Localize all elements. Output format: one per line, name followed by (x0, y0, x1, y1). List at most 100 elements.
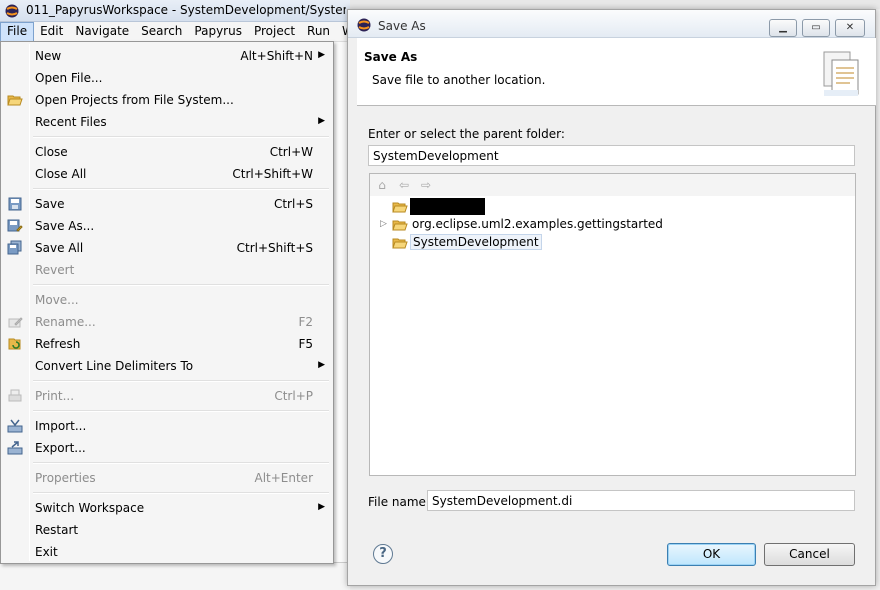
background-window-edge (350, 0, 880, 9)
menu-item-close[interactable]: Close Ctrl+W (3, 141, 331, 163)
import-icon (7, 419, 23, 433)
menu-item-label: Close All (35, 167, 87, 181)
menu-search[interactable]: Search (135, 22, 188, 41)
menu-item-label: Import... (35, 419, 87, 433)
print-icon (8, 389, 22, 402)
menu-separator (33, 462, 329, 464)
file-name-input[interactable]: SystemDevelopment.di (427, 490, 855, 511)
menu-item-accelerator: Ctrl+W (269, 145, 313, 159)
dialog-title: Save As (378, 19, 426, 33)
banner-message: Save file to another location. (372, 73, 546, 87)
menu-item-label: Rename... (35, 315, 96, 329)
menu-item-label: Open Projects from File System... (35, 93, 234, 107)
folder-tree[interactable]: ⌂ ⇦ ⇨ ▷ org.eclipse.uml2.examples.gettin… (369, 173, 856, 476)
folder-open-icon (7, 95, 23, 106)
menu-item-exit[interactable]: Exit (3, 541, 331, 563)
menu-item-close-all[interactable]: Close All Ctrl+Shift+W (3, 163, 331, 185)
menubar: File Edit Navigate Search Papyrus Projec… (0, 22, 357, 42)
help-icon[interactable]: ? (373, 544, 393, 564)
main-window-titlebar: 011_PapyrusWorkspace - SystemDevelopment… (0, 0, 350, 22)
menu-item-new[interactable]: New Alt+Shift+N ▶ (3, 45, 331, 67)
menu-item-accelerator: Alt+Shift+N (240, 49, 313, 63)
menu-item-refresh[interactable]: Refresh F5 (3, 333, 331, 355)
project-folder-icon (392, 220, 408, 231)
menu-item-print: Print... Ctrl+P (3, 385, 331, 407)
menu-item-label: Move... (35, 293, 79, 307)
menu-item-move: Move... (3, 289, 331, 311)
menu-navigate[interactable]: Navigate (69, 22, 135, 41)
back-arrow-icon[interactable]: ⇦ (396, 177, 412, 193)
main-window-title: 011_PapyrusWorkspace - SystemDevelopment… (26, 3, 346, 17)
save-all-icon (7, 240, 22, 255)
menu-item-restart[interactable]: Restart (3, 519, 331, 541)
cancel-button[interactable]: Cancel (764, 543, 855, 566)
close-icon: ✕ (845, 22, 855, 33)
menu-item-label: Save (35, 197, 65, 211)
eclipse-app-icon (357, 18, 371, 32)
banner-title: Save As (364, 50, 418, 64)
menu-item-switch-workspace[interactable]: Switch Workspace ▶ (3, 497, 331, 519)
submenu-arrow-icon: ▶ (318, 50, 325, 60)
menu-item-rename: Rename... F2 (3, 311, 331, 333)
menu-separator (33, 284, 329, 286)
menu-item-open-projects[interactable]: Open Projects from File System... (3, 89, 331, 111)
eclipse-app-icon (5, 4, 19, 18)
menu-item-accelerator: Alt+Enter (254, 471, 313, 485)
rename-icon (8, 317, 23, 328)
menu-item-save[interactable]: Save Ctrl+S (3, 193, 331, 215)
menu-item-label: Revert (35, 263, 75, 277)
menu-item-accelerator: Ctrl+Shift+W (232, 167, 313, 181)
menu-item-save-all[interactable]: Save All Ctrl+Shift+S (3, 237, 331, 259)
menu-item-label: Recent Files (35, 115, 107, 129)
tree-item[interactable]: ▷ org.eclipse.uml2.examples.gettingstart… (370, 216, 855, 234)
menu-item-label: Restart (35, 523, 79, 537)
menu-item-revert: Revert (3, 259, 331, 281)
menu-item-accelerator: Ctrl+Shift+S (236, 241, 313, 255)
save-as-dialog: Save As ▁ ▭ ✕ Save As Save file to anoth… (347, 9, 876, 586)
menu-file[interactable]: File (0, 22, 35, 41)
menu-project[interactable]: Project (248, 22, 301, 41)
expand-arrow-icon[interactable]: ▷ (380, 219, 387, 229)
submenu-arrow-icon: ▶ (318, 116, 325, 126)
tree-item-selected[interactable]: SystemDevelopment (370, 234, 855, 252)
menu-papyrus[interactable]: Papyrus (188, 22, 248, 41)
minimize-button[interactable]: ▁ (769, 19, 797, 37)
tree-toolbar: ⌂ ⇦ ⇨ (370, 174, 855, 196)
dialog-titlebar[interactable]: Save As ▁ ▭ ✕ (348, 10, 875, 38)
workbench-status-area (0, 562, 350, 590)
parent-folder-input[interactable]: SystemDevelopment (368, 145, 855, 166)
menu-item-recent-files[interactable]: Recent Files ▶ (3, 111, 331, 133)
home-icon[interactable]: ⌂ (374, 177, 390, 193)
close-button[interactable]: ✕ (835, 19, 865, 37)
menu-item-label: Switch Workspace (35, 501, 145, 515)
menu-item-label: Refresh (35, 337, 81, 351)
dialog-banner: Save As Save file to another location. (357, 38, 876, 106)
tree-item[interactable] (370, 198, 855, 216)
menu-item-import[interactable]: Import... (3, 415, 331, 437)
menu-item-open-file[interactable]: Open File... (3, 67, 331, 89)
menu-item-accelerator: Ctrl+S (273, 197, 313, 211)
menu-item-save-as[interactable]: Save As... (3, 215, 331, 237)
file-name-label: File name: (368, 495, 430, 509)
tree-item-label: SystemDevelopment (410, 234, 542, 250)
menu-item-accelerator: F2 (298, 315, 313, 329)
menu-item-convert-line-delimiters[interactable]: Convert Line Delimiters To ▶ (3, 355, 331, 377)
menu-separator (33, 136, 329, 138)
menu-separator (33, 188, 329, 190)
save-as-icon (7, 219, 23, 232)
menu-item-label: Save As... (35, 219, 95, 233)
menu-item-label: Open File... (35, 71, 103, 85)
menu-item-label: New (35, 49, 62, 63)
menu-edit[interactable]: Edit (34, 22, 69, 41)
menu-item-label: Properties (35, 471, 96, 485)
menu-run[interactable]: Run (301, 22, 336, 41)
menu-item-label: Export... (35, 441, 86, 455)
ok-button[interactable]: OK (667, 543, 756, 566)
menu-item-label: Save All (35, 241, 84, 255)
menu-item-export[interactable]: Export... (3, 437, 331, 459)
project-folder-icon (392, 202, 408, 213)
menu-item-label: Close (35, 145, 68, 159)
maximize-icon: ▭ (811, 22, 821, 33)
forward-arrow-icon[interactable]: ⇨ (418, 177, 434, 193)
maximize-button[interactable]: ▭ (802, 19, 830, 37)
